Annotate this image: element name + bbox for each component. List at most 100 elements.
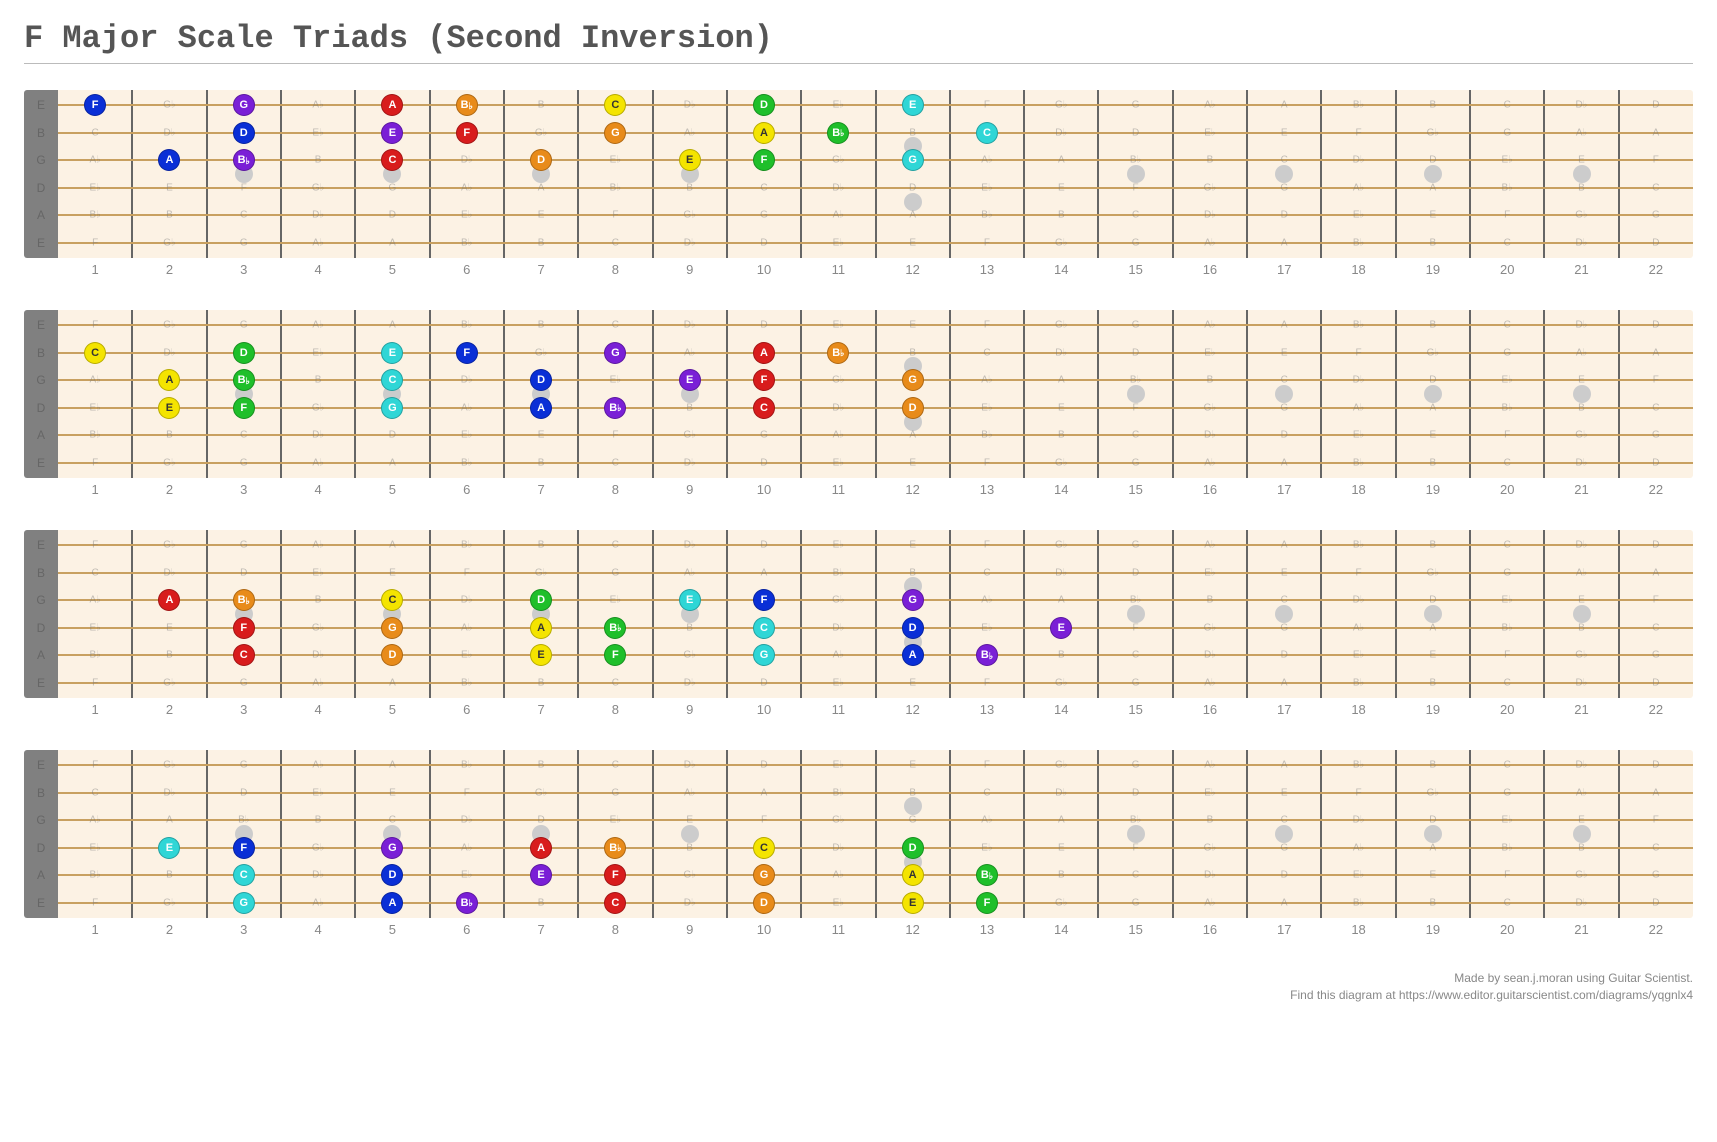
fret-number: 6 bbox=[463, 702, 470, 717]
note-dot: B♭ bbox=[976, 644, 998, 666]
string-line bbox=[58, 682, 1693, 684]
fret-line bbox=[1246, 310, 1248, 478]
fret-area: FG♭GA♭AB♭BCD♭DE♭EFG♭GA♭AB♭BCD♭DCD♭DE♭EFG… bbox=[58, 530, 1693, 698]
note-dot: B♭ bbox=[233, 369, 255, 391]
fret-line bbox=[1246, 90, 1248, 258]
fret-line bbox=[726, 530, 728, 698]
footer-link: Find this diagram at https://www.editor.… bbox=[24, 987, 1693, 1004]
string-line bbox=[58, 214, 1693, 216]
fret-number: 18 bbox=[1351, 702, 1365, 717]
fret-number: 15 bbox=[1128, 262, 1142, 277]
fret-number: 22 bbox=[1649, 262, 1663, 277]
fret-number: 5 bbox=[389, 922, 396, 937]
fret-line bbox=[652, 90, 654, 258]
open-string-label: B bbox=[24, 127, 58, 139]
fret-line bbox=[131, 530, 133, 698]
note-dot: F bbox=[753, 149, 775, 171]
note-dot: B♭ bbox=[827, 122, 849, 144]
string-line bbox=[58, 572, 1693, 574]
fret-line bbox=[1246, 530, 1248, 698]
fret-number: 17 bbox=[1277, 482, 1291, 497]
note-dot: G bbox=[902, 149, 924, 171]
fret-number: 8 bbox=[612, 702, 619, 717]
fret-number: 20 bbox=[1500, 922, 1514, 937]
fret-number: 3 bbox=[240, 262, 247, 277]
fret-line bbox=[800, 310, 802, 478]
note-dot: D bbox=[753, 94, 775, 116]
fret-number: 4 bbox=[314, 702, 321, 717]
string-line bbox=[58, 379, 1693, 381]
footer-credit: Made by sean.j.moran using Guitar Scient… bbox=[24, 970, 1693, 987]
fret-line bbox=[800, 750, 802, 918]
note-dot: F bbox=[233, 397, 255, 419]
fret-line bbox=[354, 310, 356, 478]
note-dot: B♭ bbox=[976, 864, 998, 886]
open-string-label: B bbox=[24, 347, 58, 359]
fret-number: 12 bbox=[905, 482, 919, 497]
fret-numbers: 12345678910111213141516171819202122 bbox=[58, 922, 1693, 946]
fret-line bbox=[1320, 90, 1322, 258]
open-string-label: E bbox=[24, 319, 58, 331]
fret-line bbox=[1097, 530, 1099, 698]
note-dot: E bbox=[902, 94, 924, 116]
fret-line bbox=[875, 90, 877, 258]
fret-line bbox=[1172, 750, 1174, 918]
fret-line bbox=[577, 750, 579, 918]
fretboard: EBGDAEFG♭GA♭AB♭BCD♭DE♭EFG♭GA♭AB♭BCD♭DCD♭… bbox=[24, 530, 1693, 698]
fret-number: 18 bbox=[1351, 262, 1365, 277]
inlay-dot bbox=[1424, 165, 1442, 183]
note-dot: B♭ bbox=[827, 342, 849, 364]
fret-line bbox=[280, 90, 282, 258]
board-1: EBGDAEG♭A♭BD♭E♭FG♭GA♭AB♭BCD♭DCD♭E♭G♭A♭BD… bbox=[24, 90, 1693, 286]
fret-number: 20 bbox=[1500, 702, 1514, 717]
note-dot: E bbox=[1050, 617, 1072, 639]
nut-column: EBGDAE bbox=[24, 310, 58, 478]
string-line bbox=[58, 159, 1693, 161]
note-dot: C bbox=[84, 342, 106, 364]
fret-number: 14 bbox=[1054, 482, 1068, 497]
note-dot: A bbox=[753, 122, 775, 144]
fret-line bbox=[1097, 750, 1099, 918]
fret-number: 15 bbox=[1128, 702, 1142, 717]
note-dot: G bbox=[753, 644, 775, 666]
note-dot: E bbox=[902, 892, 924, 914]
fret-number: 16 bbox=[1203, 262, 1217, 277]
open-string-label: E bbox=[24, 759, 58, 771]
fret-line bbox=[1246, 750, 1248, 918]
note-dot: E bbox=[679, 369, 701, 391]
fret-number: 10 bbox=[757, 702, 771, 717]
string-line bbox=[58, 104, 1693, 106]
note-dot: E bbox=[530, 644, 552, 666]
fret-number: 15 bbox=[1128, 482, 1142, 497]
fret-line bbox=[206, 310, 208, 478]
fret-number: 2 bbox=[166, 702, 173, 717]
note-dot: B♭ bbox=[233, 149, 255, 171]
note-dot: C bbox=[604, 892, 626, 914]
nut-column: EBGDAE bbox=[24, 750, 58, 918]
open-string-label: E bbox=[24, 897, 58, 909]
fret-line bbox=[577, 310, 579, 478]
fretboard: EBGDAEG♭A♭BD♭E♭FG♭GA♭AB♭BCD♭DCD♭E♭G♭A♭BD… bbox=[24, 90, 1693, 258]
fret-number: 12 bbox=[905, 922, 919, 937]
note-dot: G bbox=[233, 892, 255, 914]
fret-line bbox=[354, 90, 356, 258]
fret-number: 1 bbox=[92, 702, 99, 717]
fret-number: 20 bbox=[1500, 482, 1514, 497]
fret-number: 16 bbox=[1203, 702, 1217, 717]
note-dot: C bbox=[381, 589, 403, 611]
note-dot: F bbox=[604, 864, 626, 886]
fret-line bbox=[1097, 310, 1099, 478]
note-dot: A bbox=[530, 837, 552, 859]
boards-container: EBGDAEG♭A♭BD♭E♭FG♭GA♭AB♭BCD♭DCD♭E♭G♭A♭BD… bbox=[24, 90, 1693, 946]
note-dot: F bbox=[233, 617, 255, 639]
fret-line bbox=[1023, 750, 1025, 918]
fret-line bbox=[1469, 530, 1471, 698]
fret-number: 21 bbox=[1574, 702, 1588, 717]
inlay-dot bbox=[1573, 605, 1591, 623]
fret-numbers: 12345678910111213141516171819202122 bbox=[58, 262, 1693, 286]
fret-line bbox=[652, 530, 654, 698]
fret-number: 9 bbox=[686, 922, 693, 937]
divider bbox=[24, 63, 1693, 64]
string-line bbox=[58, 819, 1693, 821]
fret-number: 6 bbox=[463, 922, 470, 937]
